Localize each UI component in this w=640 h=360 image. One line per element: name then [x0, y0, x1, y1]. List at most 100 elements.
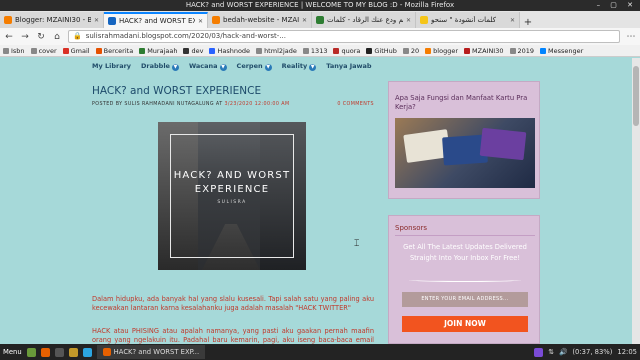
- sponsors-widget: Sponsors Get All The Latest Updates Deli…: [388, 215, 540, 344]
- tab-favicon: [4, 16, 12, 24]
- dropdown-arrow-icon[interactable]: ▼: [309, 64, 317, 71]
- telegram-launcher-icon[interactable]: [82, 347, 92, 357]
- tab-close-icon[interactable]: ✕: [510, 17, 515, 24]
- popular-post-image[interactable]: [395, 118, 535, 188]
- bookmark-item[interactable]: 2019: [509, 47, 534, 55]
- dropdown-arrow-icon[interactable]: ▼: [219, 64, 227, 71]
- tab-4[interactable]: قم ودع عنك الرقاد - كلمات ✕: [312, 12, 416, 28]
- back-button[interactable]: ←: [4, 32, 14, 42]
- bookmark-item[interactable]: html2jade: [256, 47, 297, 55]
- bookmark-label: MZAINI30: [472, 46, 504, 55]
- window-titlebar: HACK? and WORST EXPERIENCE | WELCOME TO …: [0, 0, 640, 11]
- tab-close-icon[interactable]: ✕: [302, 17, 307, 24]
- reload-button[interactable]: ↻: [36, 32, 46, 42]
- dropdown-arrow-icon[interactable]: ▼: [171, 64, 179, 71]
- tab-label: قم ودع عنك الرقاد - كلمات: [327, 16, 403, 24]
- image-title-line2: EXPERIENCE: [194, 184, 270, 195]
- blog-menu-label: Drabble: [141, 62, 170, 70]
- url-bar[interactable]: 🔒 sulisrahmadani.blogspot.com/2020/03/ha…: [68, 30, 620, 43]
- bookmark-favicon: [366, 47, 373, 54]
- blog-menu-item[interactable]: Reality ▼: [282, 62, 317, 71]
- bookmark-favicon: [425, 47, 432, 54]
- forward-button[interactable]: →: [20, 32, 30, 42]
- tab-label: bedah-website - MZAIN: [223, 16, 299, 24]
- tab-close-icon[interactable]: ✕: [94, 17, 99, 24]
- blog-menu: My Library Drabble ▼ Wacana ▼ Cerpen ▼ Reality ▼…: [92, 62, 372, 71]
- bookmark-favicon: [30, 47, 37, 54]
- tray-app-icon[interactable]: [534, 347, 544, 357]
- tab-close-icon[interactable]: ✕: [406, 17, 411, 24]
- email-input[interactable]: ENTER YOUR EMAIL ADDRESS...: [402, 292, 528, 307]
- bookmark-item[interactable]: cover: [30, 47, 57, 55]
- home-button[interactable]: ⌂: [52, 32, 62, 42]
- network-icon[interactable]: ⇅: [548, 348, 554, 356]
- blog-menu-item[interactable]: Tanya Jawab: [326, 62, 371, 71]
- blog-menu-item[interactable]: Cerpen ▼: [237, 62, 272, 71]
- tab-favicon: [108, 17, 116, 25]
- bookmark-label: Isbn: [11, 46, 25, 55]
- new-tab-button[interactable]: +: [520, 17, 536, 28]
- bookmark-favicon: [509, 47, 516, 54]
- popular-post-title[interactable]: Apa Saja Fungsi dan Manfaat Kartu Pra Ke…: [395, 94, 535, 112]
- bookmark-item[interactable]: MZAINI30: [464, 46, 504, 55]
- bookmark-item[interactable]: Hashnode: [209, 47, 250, 55]
- bookmark-item[interactable]: blogger: [425, 47, 458, 55]
- tab-favicon: [316, 16, 324, 24]
- bookmark-label: Gmail: [70, 46, 90, 55]
- show-desktop-icon[interactable]: [26, 347, 36, 357]
- promo-underline: [409, 278, 521, 282]
- tab-1[interactable]: Blogger: MZAINI30 - Blo ✕: [0, 12, 104, 28]
- bookmark-favicon: [402, 47, 409, 54]
- bookmark-item[interactable]: 1313: [302, 47, 327, 55]
- bookmark-item[interactable]: 20: [402, 47, 419, 55]
- sponsors-title: Sponsors: [395, 224, 428, 232]
- start-menu-button[interactable]: Menu: [3, 348, 22, 356]
- post-date[interactable]: 3/23/2020 12:00:00 AM: [224, 102, 289, 107]
- join-now-button[interactable]: JOIN NOW: [402, 316, 528, 332]
- page-scrollbar[interactable]: [632, 58, 640, 344]
- taskbar: Menu HACK? and WORST EXP... ⇅ 🔊 (0:37, 8…: [0, 344, 640, 360]
- page-actions-button[interactable]: ⋯: [626, 32, 636, 42]
- terminal-launcher-icon[interactable]: [54, 347, 64, 357]
- bookmark-favicon: [540, 47, 547, 54]
- blog-menu-item[interactable]: Wacana ▼: [189, 62, 227, 71]
- image-frame: [170, 134, 294, 258]
- bookmark-item[interactable]: Murajaah: [139, 47, 177, 55]
- dropdown-arrow-icon[interactable]: ▼: [264, 64, 272, 71]
- url-text: sulisrahmadani.blogspot.com/2020/03/hack…: [85, 32, 286, 40]
- tab-2[interactable]: HACK? and WORST EXP ✕: [104, 12, 208, 28]
- files-launcher-icon[interactable]: [68, 347, 78, 357]
- bookmark-item[interactable]: Bercerita: [95, 47, 133, 55]
- bookmark-item[interactable]: GitHub: [366, 47, 397, 55]
- bookmark-item[interactable]: quora: [333, 47, 360, 55]
- text-cursor-icon: ⌶: [354, 239, 360, 249]
- tab-3[interactable]: bedah-website - MZAIN ✕: [208, 12, 312, 28]
- firefox-launcher-icon[interactable]: [40, 347, 50, 357]
- battery-status[interactable]: (0:37, 83%): [572, 348, 612, 356]
- bookmark-item[interactable]: Isbn: [3, 47, 25, 55]
- scrollbar-thumb[interactable]: [633, 66, 639, 126]
- post-cover-image: HACK? AND WORST EXPERIENCE SULISRA: [158, 122, 306, 270]
- firefox-icon: [102, 348, 111, 356]
- bookmark-item[interactable]: Gmail: [62, 46, 90, 55]
- sponsors-divider: [395, 235, 535, 236]
- blog-menu-label: Reality: [281, 62, 308, 70]
- blog-menu-item[interactable]: My Library: [92, 62, 131, 71]
- lock-icon: 🔒: [73, 32, 82, 40]
- bookmark-favicon: [333, 47, 340, 54]
- post-comments-link[interactable]: 0 COMMENTS: [337, 102, 374, 107]
- tab-5[interactable]: كلمات أنشودة " سنحو ✕: [416, 12, 520, 28]
- clock[interactable]: 12:05: [617, 348, 637, 356]
- blog-menu-item[interactable]: Drabble ▼: [141, 62, 179, 71]
- popular-post-card[interactable]: Apa Saja Fungsi dan Manfaat Kartu Pra Ke…: [388, 81, 540, 199]
- bookmark-item[interactable]: Messenger: [540, 47, 583, 55]
- window-controls[interactable]: – ▢ ✕: [597, 0, 637, 11]
- image-credit: SULISRA: [217, 200, 247, 205]
- bookmark-item[interactable]: dev: [183, 47, 203, 55]
- post-title[interactable]: HACK? and WORST EXPERIENCE: [92, 85, 261, 97]
- window-title: HACK? and WORST EXPERIENCE | WELCOME TO …: [185, 1, 455, 9]
- volume-icon[interactable]: 🔊: [559, 348, 567, 356]
- taskbar-firefox-task[interactable]: HACK? and WORST EXP...: [96, 345, 206, 359]
- bookmark-label: Murajaah: [147, 46, 178, 55]
- tab-close-icon[interactable]: ✕: [198, 18, 203, 25]
